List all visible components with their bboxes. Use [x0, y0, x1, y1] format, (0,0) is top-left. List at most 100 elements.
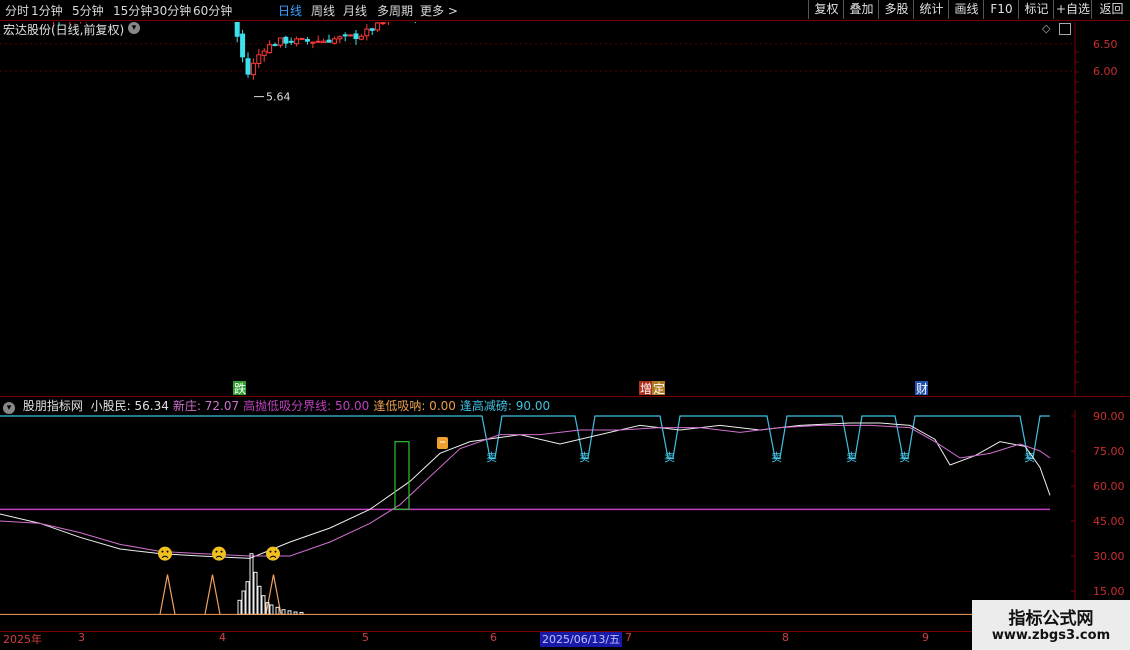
- histogram-bar: [281, 609, 286, 615]
- candle-body: [240, 33, 246, 58]
- period-tab-6[interactable]: 日线: [278, 2, 302, 19]
- retail-line: [0, 422, 1051, 559]
- sell-marker: 卖: [771, 451, 782, 464]
- histogram-bar: [253, 571, 258, 615]
- toolbar-button-4[interactable]: 画线: [948, 0, 984, 19]
- period-tab-1[interactable]: 1分钟: [31, 2, 63, 19]
- period-tab-7[interactable]: 周线: [311, 2, 335, 19]
- candle-body: [358, 35, 364, 40]
- toolbar-button-3[interactable]: 统计: [913, 0, 949, 19]
- sell-marker: 卖: [579, 451, 590, 464]
- indicator-tick-label: 30.00: [1093, 550, 1125, 563]
- toolbar-button-8[interactable]: 返回: [1091, 0, 1130, 19]
- indicator-tick-label: 45.00: [1093, 515, 1125, 528]
- date-axis: 2025年 3 4 5 6 2025/06/13/五 7 8 9: [0, 631, 1075, 649]
- worried-face-icon: [266, 546, 280, 561]
- candle-body: [342, 34, 348, 37]
- date-axis-label: 3: [78, 631, 85, 644]
- indicator-chart[interactable]: 90.0075.0060.0045.0030.0015.00卖卖卖卖卖卖卖: [0, 410, 1130, 630]
- worried-face-icon: [212, 546, 226, 561]
- candle-body: [364, 28, 370, 37]
- toolbar-button-6[interactable]: 标记: [1018, 0, 1054, 19]
- period-tab-5[interactable]: 60分钟: [193, 2, 232, 19]
- candle-body: [315, 40, 321, 43]
- date-axis-label: 6: [490, 631, 497, 644]
- period-tab-9[interactable]: 多周期: [377, 2, 413, 19]
- candle-body: [304, 39, 310, 42]
- event-tag-label: 增: [640, 382, 652, 396]
- candle-body: [267, 44, 273, 54]
- price-tick-label: 7.00: [1093, 22, 1118, 24]
- toolbar-button-2[interactable]: 多股: [878, 0, 914, 19]
- candle-body: [310, 41, 316, 44]
- histogram-bar: [275, 606, 280, 615]
- sell-marker: 卖: [664, 451, 675, 464]
- candle-body: [256, 54, 262, 65]
- toolbar: 分时 1分钟 5分钟 15分钟 30分钟 60分钟 日线 周线 月线 多周期 更多 > 复权 叠加 多股…: [0, 0, 1130, 20]
- watermark-line1: 指标公式网: [1008, 609, 1094, 629]
- candle-body: [294, 38, 300, 45]
- candle-body: [331, 38, 337, 44]
- period-tab-0[interactable]: 分时: [5, 2, 29, 19]
- watermark-line2: www.zbgs3.com: [991, 628, 1111, 643]
- price-tick-label: 6.00: [1093, 65, 1118, 78]
- candle-body: [234, 22, 240, 37]
- histogram-bar: [269, 604, 274, 615]
- buy-zone-box: [394, 441, 410, 510]
- histogram-bar: [287, 610, 292, 615]
- sell-signal-line: [0, 415, 1050, 459]
- candle-body: [288, 40, 294, 43]
- histogram-bar: [261, 595, 266, 615]
- toolbar-button-7[interactable]: +自选: [1053, 0, 1092, 19]
- event-tag-label: 跌: [234, 381, 246, 396]
- period-tab-3[interactable]: 15分钟: [113, 2, 152, 19]
- low-buy-spike: [159, 574, 176, 615]
- candle-body: [369, 28, 375, 31]
- price-tick-label: 6.50: [1093, 38, 1118, 51]
- candle-body: [375, 22, 381, 31]
- watermark: 指标公式网 www.zbgs3.com: [972, 600, 1130, 650]
- toolbar-button-5[interactable]: F10: [983, 0, 1019, 19]
- histogram-bar: [241, 590, 246, 615]
- signal-badge-icon: [437, 437, 448, 449]
- indicator-tick-label: 75.00: [1093, 445, 1125, 458]
- price-chart[interactable]: 11.0010.5010.009.509.008.508.007.507.006…: [0, 22, 1130, 397]
- event-tag-label: 定: [653, 381, 665, 396]
- worried-face-icon: [158, 546, 172, 561]
- toolbar-button-0[interactable]: 复权: [808, 0, 844, 19]
- candle-body: [283, 36, 289, 44]
- low-marker-label: 5.64: [266, 91, 291, 104]
- sell-marker: 卖: [846, 451, 857, 464]
- date-axis-label: 2025年: [3, 633, 42, 646]
- period-tab-10[interactable]: 更多 >: [420, 2, 458, 19]
- histogram-bar: [249, 553, 254, 615]
- event-tag-label: 财: [916, 382, 928, 396]
- indicator-tick-label: 15.00: [1093, 585, 1125, 598]
- candle-body: [245, 58, 251, 75]
- candle-body: [353, 33, 359, 40]
- date-axis-label: 9: [922, 631, 929, 644]
- toolbar-button-1[interactable]: 叠加: [843, 0, 879, 19]
- date-axis-label: 4: [219, 631, 226, 644]
- candle-body: [299, 37, 305, 40]
- candle-body: [272, 44, 278, 47]
- sell-marker: 卖: [899, 451, 910, 464]
- candle-body: [326, 39, 332, 43]
- toolbar-divider: [0, 20, 1130, 21]
- date-axis-label: 2025/06/13/五: [540, 631, 623, 647]
- candle-body: [321, 40, 327, 44]
- indicator-tick-label: 60.00: [1093, 480, 1125, 493]
- new-dealer-line: [0, 424, 1051, 557]
- period-tab-2[interactable]: 5分钟: [72, 2, 104, 19]
- period-tab-8[interactable]: 月线: [343, 2, 367, 19]
- low-buy-spike: [204, 574, 221, 615]
- candle-body: [250, 62, 256, 76]
- date-axis-label: 5: [362, 631, 369, 644]
- indicator-tick-label: 90.00: [1093, 410, 1125, 423]
- date-axis-label: 7: [625, 631, 632, 644]
- sell-marker: 卖: [486, 451, 497, 464]
- candle-body: [277, 37, 283, 46]
- histogram-bar: [257, 585, 262, 615]
- period-tab-4[interactable]: 30分钟: [152, 2, 191, 19]
- histogram-bar: [237, 599, 242, 615]
